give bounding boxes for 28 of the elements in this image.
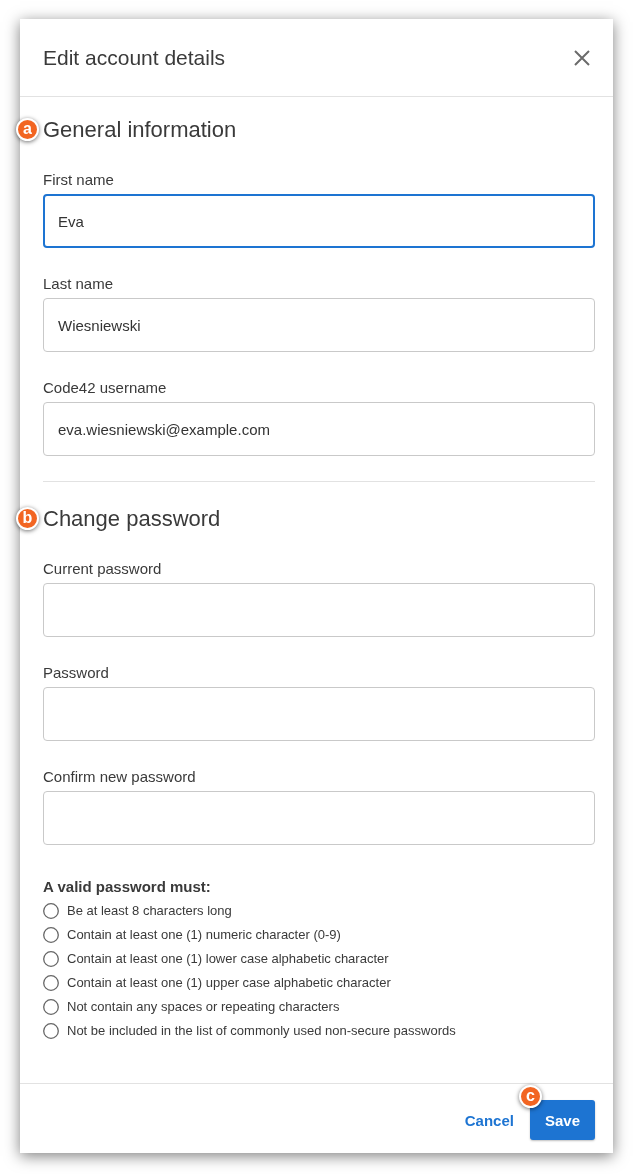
field-label: Confirm new password (43, 768, 197, 786)
requirements-heading: A valid password must: (43, 878, 212, 896)
field-label: Code42 username (43, 379, 168, 397)
requirement-text: Not be included in the list of commonly used non-secure passwords (67, 1023, 456, 1039)
input-field[interactable]: eva.wiesniewski@example.com (43, 402, 595, 456)
callout-badge: a (16, 118, 39, 141)
input-field[interactable] (43, 791, 595, 845)
input-field[interactable] (43, 687, 595, 741)
requirement-text: Contain at least one (1) numeric character (0-9) (67, 927, 341, 943)
field-label: Password (43, 664, 110, 682)
requirement-text: Not contain any spaces or repeating characters (67, 999, 340, 1015)
field-label: Last name (43, 275, 115, 293)
callout-badge: c (518, 1085, 542, 1108)
callout-badge: b (16, 507, 39, 530)
input-field[interactable]: Eva (43, 194, 595, 248)
section-heading: Change password (43, 506, 221, 531)
field-label: Current password (43, 560, 163, 578)
close-icon (574, 49, 590, 66)
requirement-text: Contain at least one (1) lower case alphabetic character (67, 951, 389, 967)
requirement-text: Contain at least one (1) upper case alphabetic character (67, 975, 391, 991)
requirement-text: Be at least 8 characters long (67, 903, 232, 919)
input-field[interactable]: Wiesniewski (43, 298, 595, 352)
section-heading: General information (43, 117, 237, 142)
cancel-link[interactable]: Cancel (464, 1111, 514, 1129)
field-label: First name (43, 171, 115, 189)
save-button[interactable]: Save (529, 1100, 595, 1140)
dialog-title: Edit account details (43, 44, 226, 71)
input-field[interactable] (43, 583, 595, 637)
